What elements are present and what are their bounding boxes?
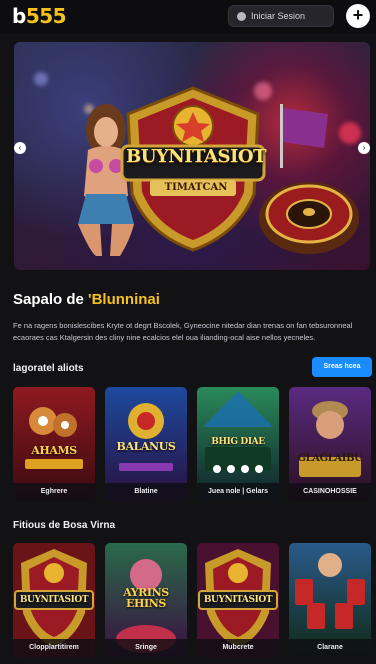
game-caption: Sringe	[105, 639, 187, 657]
bokeh-light	[34, 72, 48, 86]
section-title: lagoratel aliots	[13, 363, 84, 374]
section-title: Fitious de Bosa Virna	[13, 520, 116, 531]
roulette-wheel	[259, 182, 359, 254]
game-card[interactable]: BUYNITASIOT Mubcrete	[197, 543, 279, 657]
game-caption: Clarane	[289, 639, 371, 657]
page-headline: Sapalo de 'Blunninai	[13, 291, 160, 308]
game-card[interactable]: GLAGLAIBU CASINOHOSSIE	[289, 387, 371, 501]
game-card[interactable]: AHAMS Eghrere	[13, 387, 95, 501]
hero-banner[interactable]: BUYNITASIOT TIMATCAN ‹ ›	[14, 42, 370, 270]
game-caption: Clopplartitirem	[13, 639, 95, 657]
game-title: AYRINS EHINS	[123, 586, 169, 610]
game-title: BUYNITASIOT	[19, 595, 89, 605]
login-button[interactable]: Iniciar Sesion	[228, 5, 334, 27]
game-card[interactable]: BHIG DIAE Juea nole | Gelars	[197, 387, 279, 501]
game-card[interactable]: Clarane	[289, 543, 371, 657]
banner-subtitle: TIMATCAN	[164, 182, 228, 193]
game-card[interactable]: AYRINS EHINS Sringe	[105, 543, 187, 657]
carousel-next-button[interactable]: ›	[358, 142, 370, 154]
logo-number: 555	[25, 4, 67, 28]
brand-logo[interactable]: b555	[12, 4, 67, 28]
user-icon	[237, 11, 246, 21]
login-label: Iniciar Sesion	[251, 11, 306, 21]
logo-letter: b	[12, 4, 26, 28]
game-caption: CASINOHOSSIE	[289, 483, 371, 501]
add-button[interactable]: +	[346, 4, 370, 28]
game-card[interactable]: BALANUS Blatine	[105, 387, 187, 501]
headline-text: Sapalo de	[13, 291, 84, 308]
game-caption: Juea nole | Gelars	[197, 483, 279, 501]
carousel-prev-button[interactable]: ‹	[14, 142, 26, 154]
game-caption: Blatine	[105, 483, 187, 501]
game-caption: Eghrere	[13, 483, 95, 501]
game-title: GLAGLAIBU	[297, 453, 363, 464]
game-title: BHIG DIAE	[211, 437, 265, 447]
game-title: BUYNITASIOT	[203, 595, 273, 605]
game-title: BALANUS	[116, 440, 176, 453]
game-title: AHAMS	[31, 444, 77, 457]
intro-description: Fe na ragens bonislescibes Kryte ot degr…	[13, 321, 353, 342]
game-emblem	[120, 86, 266, 252]
top-bar: b555 Iniciar Sesion +	[0, 0, 376, 34]
headline-highlight: 'Blunninai	[88, 291, 160, 308]
bokeh-light	[339, 122, 361, 144]
game-caption: Mubcrete	[197, 639, 279, 657]
see-more-button[interactable]: Sreas hcea	[312, 357, 372, 377]
game-card[interactable]: BUYNITASIOT Clopplartitirem	[13, 543, 95, 657]
